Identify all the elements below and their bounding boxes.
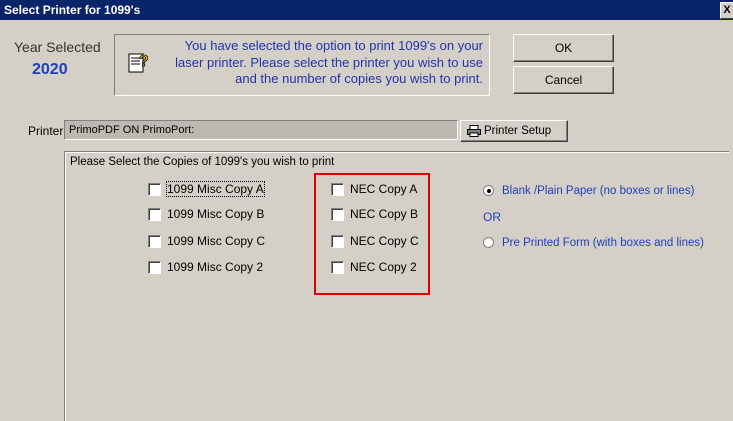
checkbox-box[interactable] bbox=[148, 208, 161, 221]
cancel-button[interactable]: Cancel bbox=[513, 66, 614, 94]
checkbox-box[interactable] bbox=[148, 261, 161, 274]
cancel-button-label: Cancel bbox=[544, 73, 583, 87]
printer-setup-label: Printer Setup bbox=[484, 125, 552, 137]
printer-label: Printer bbox=[28, 124, 64, 138]
title-bar[interactable]: Select Printer for 1099's X bbox=[0, 0, 733, 20]
checkbox-label: 1099 Misc Copy A bbox=[166, 181, 265, 197]
select-printer-dialog: Select Printer for 1099's X Year Selecte… bbox=[0, 0, 733, 421]
radio-dot bbox=[487, 189, 491, 193]
year-selected-value: 2020 bbox=[32, 61, 68, 78]
radio-label: Pre Printed Form (with boxes and lines) bbox=[502, 237, 704, 249]
printer-field[interactable]: PrimoPDF ON PrimoPort: bbox=[64, 120, 458, 140]
close-button[interactable]: X bbox=[720, 2, 733, 19]
nec-highlight-annotation bbox=[314, 173, 430, 295]
checkbox-box[interactable] bbox=[148, 235, 161, 248]
copies-group-title: Please Select the Copies of 1099's you w… bbox=[70, 156, 335, 168]
window-title: Select Printer for 1099's bbox=[4, 3, 141, 17]
checkbox-label: 1099 Misc Copy B bbox=[167, 207, 265, 221]
radio-circle[interactable] bbox=[483, 237, 494, 248]
info-message-text: You have selected the option to print 10… bbox=[175, 38, 483, 86]
svg-text:?: ? bbox=[139, 53, 148, 70]
checkbox-label: 1099 Misc Copy 2 bbox=[167, 260, 264, 274]
radio-label: Blank /Plain Paper (no boxes or lines) bbox=[502, 185, 695, 197]
printer-icon bbox=[467, 124, 481, 137]
question-icon: ? bbox=[128, 53, 148, 73]
checkbox-label: 1099 Misc Copy C bbox=[167, 234, 266, 248]
ok-button[interactable]: OK bbox=[513, 34, 614, 62]
printer-setup-button[interactable]: Printer Setup bbox=[460, 120, 568, 142]
year-selected-label: Year Selected bbox=[14, 39, 101, 55]
radio-circle[interactable] bbox=[483, 185, 494, 196]
checkbox-box[interactable] bbox=[148, 183, 161, 196]
ok-button-label: OK bbox=[554, 41, 573, 55]
info-message-box: ? You have selected the option to print … bbox=[114, 34, 490, 96]
or-text: OR bbox=[483, 210, 501, 224]
